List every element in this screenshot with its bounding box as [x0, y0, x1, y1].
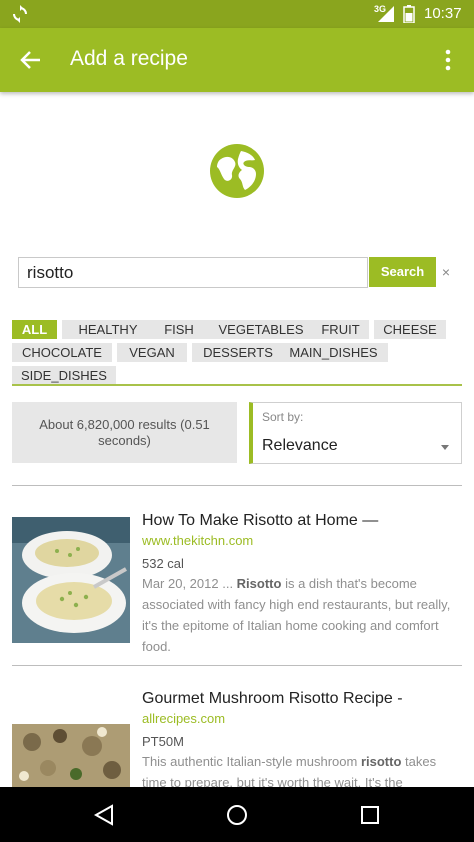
status-bar: 3G 10:37	[0, 0, 474, 28]
recipe-meta: PT50M	[142, 734, 184, 749]
arrow-back-icon[interactable]	[18, 47, 44, 73]
recipe-source[interactable]: allrecipes.com	[142, 710, 464, 727]
tag-vegetables[interactable]: VEGETABLES	[203, 320, 319, 339]
tag-cheese[interactable]: CHEESE	[374, 320, 446, 339]
tags-underline	[12, 384, 462, 386]
search-input[interactable]	[18, 257, 368, 288]
app-bar: Add a recipe	[0, 28, 474, 92]
battery-icon	[403, 5, 415, 23]
tag-desserts[interactable]: DESSERTS	[192, 343, 284, 362]
sort-value: Relevance	[262, 437, 338, 454]
tag-vegan[interactable]: VEGAN	[117, 343, 187, 362]
recipe-source[interactable]: www.thekitchn.com	[142, 532, 464, 549]
recipe-title[interactable]: Gourmet Mushroom Risotto Recipe -	[142, 688, 464, 709]
chevron-down-icon	[441, 445, 449, 450]
divider	[12, 485, 462, 486]
search-button[interactable]: Search	[369, 257, 436, 287]
sort-dropdown[interactable]: Sort by: Relevance	[249, 402, 462, 464]
recipe-thumbnail[interactable]	[12, 517, 130, 643]
page-title: Add a recipe	[70, 47, 188, 70]
tag-main-dishes[interactable]: MAIN_DISHES	[279, 343, 388, 362]
tag-side-dishes[interactable]: SIDE_DISHES	[12, 366, 116, 385]
tag-healthy[interactable]: HEALTHY	[62, 320, 154, 339]
recipe-title[interactable]: How To Make Risotto at Home —	[142, 510, 464, 531]
recipe-card[interactable]: Gourmet Mushroom Risotto Recipe - allrec…	[12, 688, 462, 790]
recipe-meta: 532 cal	[142, 556, 184, 571]
overflow-menu-icon[interactable]	[438, 47, 458, 73]
sort-label: Sort by:	[262, 410, 304, 424]
nav-recents-icon[interactable]	[358, 803, 382, 827]
sync-icon	[13, 5, 27, 23]
tag-chocolate[interactable]: CHOCOLATE	[12, 343, 112, 362]
recipe-card[interactable]: How To Make Risotto at Home — www.thekit…	[12, 507, 462, 657]
status-clock: 10:37	[424, 5, 462, 22]
screen: 3G 10:37 Add a recipe Search ×	[0, 0, 474, 842]
globe-icon	[210, 144, 264, 198]
nav-home-icon[interactable]	[225, 803, 249, 827]
divider	[12, 665, 462, 666]
recipe-info: How To Make Risotto at Home — www.thekit…	[142, 510, 464, 657]
tag-fruit[interactable]: FRUIT	[312, 320, 369, 339]
clear-search-icon[interactable]: ×	[437, 262, 455, 282]
recipe-info: Gourmet Mushroom Risotto Recipe - allrec…	[142, 688, 464, 793]
results-summary: About 6,820,000 results (0.51 seconds)	[12, 402, 237, 463]
nav-back-icon[interactable]	[92, 803, 116, 827]
signal-icon	[378, 6, 394, 22]
tag-all[interactable]: ALL	[12, 320, 57, 339]
navigation-bar	[0, 787, 474, 842]
tag-fish[interactable]: FISH	[148, 320, 210, 339]
recipe-thumbnail[interactable]	[12, 724, 130, 787]
recipe-snippet: Mar 20, 2012 ... Risotto is a dish that'…	[142, 576, 451, 654]
